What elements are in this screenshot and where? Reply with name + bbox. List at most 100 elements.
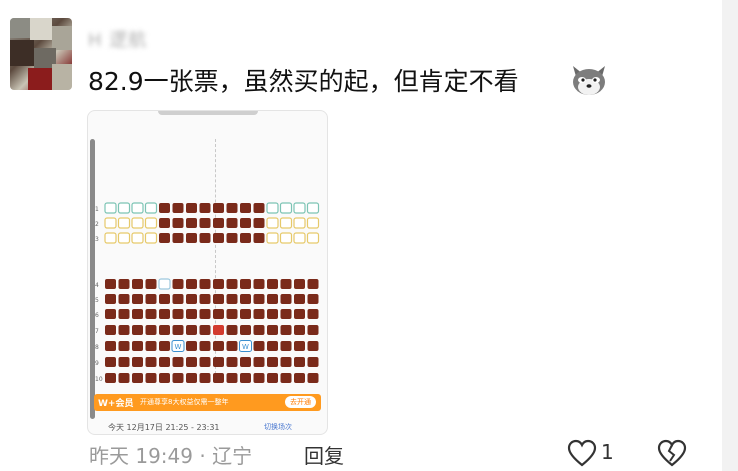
seat-available[interactable] — [117, 232, 131, 244]
seat-sold[interactable] — [199, 218, 211, 228]
seat-sold[interactable] — [253, 279, 265, 289]
seat-sold[interactable] — [226, 294, 238, 304]
seat-sold[interactable] — [213, 203, 224, 213]
seat-sold[interactable] — [159, 373, 170, 383]
seat-available[interactable] — [104, 202, 117, 214]
seat-available[interactable] — [104, 232, 117, 244]
seat-sold[interactable] — [267, 309, 278, 319]
seat-available[interactable] — [279, 217, 293, 229]
seat-sold[interactable] — [105, 373, 116, 383]
seat-sold[interactable] — [307, 341, 319, 351]
seat-sold[interactable] — [240, 294, 251, 304]
seat-sold[interactable] — [226, 203, 238, 213]
seat-sold[interactable] — [267, 341, 278, 351]
seat-available[interactable] — [306, 232, 320, 244]
seat-sold[interactable] — [159, 233, 170, 243]
seat-sold[interactable] — [118, 294, 130, 304]
seat-sold[interactable] — [105, 309, 116, 319]
seat-sold[interactable] — [186, 279, 197, 289]
seat-sold[interactable] — [105, 279, 116, 289]
seat-selection-screenshot[interactable]: 1 2 3 4 5 6 7 8 W W 9 10 W+会员 开通尊享8大权益仅需一整年 去开通 今天 … — [87, 110, 328, 435]
seat-sold[interactable] — [280, 279, 292, 289]
vip-banner[interactable]: W+会员 开通尊享8大权益仅需一整年 去开通 — [94, 394, 321, 411]
seat-available[interactable] — [293, 202, 306, 214]
seat-available[interactable] — [293, 217, 306, 229]
seat-available[interactable] — [279, 202, 293, 214]
seat-sold[interactable] — [280, 373, 292, 383]
seat-sold[interactable] — [186, 341, 197, 351]
seat-sold[interactable] — [267, 357, 278, 367]
seat-sold[interactable] — [253, 309, 265, 319]
seat-available[interactable] — [144, 232, 158, 244]
seat-sold[interactable] — [253, 341, 265, 351]
seat-sold[interactable] — [253, 373, 265, 383]
seat-sold[interactable] — [199, 357, 211, 367]
seat-sold[interactable] — [213, 309, 224, 319]
seat-sold[interactable] — [253, 218, 265, 228]
seat-sold[interactable] — [253, 203, 265, 213]
seat-sold[interactable] — [307, 309, 319, 319]
seat-available[interactable] — [117, 202, 131, 214]
seat-sold[interactable] — [253, 294, 265, 304]
seat-sold[interactable] — [240, 325, 251, 335]
seat-sold[interactable] — [240, 203, 251, 213]
username[interactable]: H 逻航 — [88, 26, 147, 52]
seat-available[interactable] — [293, 232, 306, 244]
seat-available[interactable] — [279, 232, 293, 244]
seat-sold[interactable] — [186, 373, 197, 383]
seat-sold[interactable] — [253, 233, 265, 243]
heart-icon[interactable] — [566, 438, 598, 468]
seat-sold[interactable] — [280, 325, 292, 335]
seat-sold[interactable] — [226, 357, 238, 367]
seat-sold[interactable] — [118, 325, 130, 335]
seat-sold[interactable] — [253, 325, 265, 335]
seat-available[interactable] — [131, 217, 144, 229]
seat-sold[interactable] — [159, 294, 170, 304]
seat-sold[interactable] — [240, 373, 251, 383]
seat-sold[interactable] — [159, 203, 170, 213]
seat-sold[interactable] — [226, 341, 238, 351]
seat-sold[interactable] — [199, 233, 211, 243]
seat-sold[interactable] — [145, 341, 157, 351]
seat-sold[interactable] — [145, 357, 157, 367]
seat-sold[interactable] — [307, 325, 319, 335]
seat-sold[interactable] — [132, 325, 143, 335]
seat-sold[interactable] — [199, 341, 211, 351]
seat-sold[interactable] — [226, 279, 238, 289]
seat-sold[interactable] — [294, 279, 305, 289]
seat-sold[interactable] — [172, 218, 184, 228]
seat-available[interactable] — [144, 202, 158, 214]
seat-sold[interactable] — [307, 279, 319, 289]
seat-selected[interactable] — [213, 325, 224, 335]
seat-sold[interactable] — [186, 203, 197, 213]
seat-sold[interactable] — [105, 357, 116, 367]
seat-sold[interactable] — [145, 294, 157, 304]
seat-sold[interactable] — [145, 325, 157, 335]
seat-sold[interactable] — [132, 294, 143, 304]
seat-sold[interactable] — [105, 294, 116, 304]
seat-sold[interactable] — [159, 325, 170, 335]
seat-sold[interactable] — [172, 325, 184, 335]
seat-sold[interactable] — [267, 373, 278, 383]
seat-sold[interactable] — [213, 357, 224, 367]
avatar[interactable] — [10, 18, 72, 90]
seat-sold[interactable] — [307, 294, 319, 304]
seat-sold[interactable] — [226, 325, 238, 335]
seat-available[interactable] — [158, 278, 171, 290]
seat-sold[interactable] — [172, 357, 184, 367]
seat-sold[interactable] — [280, 294, 292, 304]
seat-sold[interactable] — [199, 325, 211, 335]
seat-sold[interactable] — [199, 294, 211, 304]
seat-available[interactable] — [104, 217, 117, 229]
seat-sold[interactable] — [132, 373, 143, 383]
seat-sold[interactable] — [267, 294, 278, 304]
seat-sold[interactable] — [186, 294, 197, 304]
seat-sold[interactable] — [226, 233, 238, 243]
seat-sold[interactable] — [267, 325, 278, 335]
seat-available[interactable] — [131, 232, 144, 244]
seat-available[interactable] — [117, 217, 131, 229]
seat-sold[interactable] — [159, 218, 170, 228]
seat-sold[interactable] — [280, 341, 292, 351]
seat-sold[interactable] — [240, 218, 251, 228]
seat-sold[interactable] — [307, 373, 319, 383]
